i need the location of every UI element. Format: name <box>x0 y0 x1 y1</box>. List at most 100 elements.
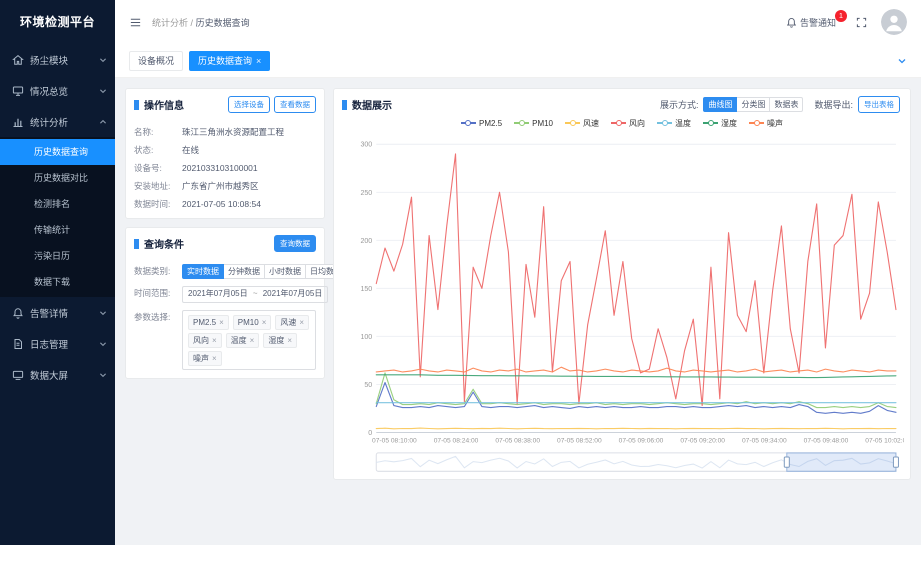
fullscreen-icon[interactable] <box>856 17 867 28</box>
submenu-item-3[interactable]: 传输统计 <box>0 217 115 243</box>
alarm-notification-button[interactable]: 告警通知 1 <box>786 9 847 29</box>
display-mode-button-1[interactable]: 分类图 <box>736 97 771 112</box>
alarm-icon <box>12 307 24 319</box>
user-avatar[interactable] <box>881 9 907 35</box>
sidebar-item-1[interactable]: 情况总览 <box>0 75 115 106</box>
notification-badge: 1 <box>835 9 847 22</box>
datazoom-handle-left[interactable] <box>783 456 790 468</box>
tab-1[interactable]: 历史数据查询 × <box>189 50 271 71</box>
legend-label: PM2.5 <box>478 118 503 128</box>
legend-item-PM2.5[interactable]: PM2.5 <box>460 118 503 128</box>
series-line-风向[interactable] <box>375 152 897 406</box>
legend-label: PM10 <box>532 118 554 128</box>
category-button-0[interactable]: 实时数据 <box>182 264 224 279</box>
breadcrumb-section[interactable]: 统计分析 <box>152 18 188 28</box>
tag-close-icon[interactable]: × <box>250 336 255 345</box>
tabs: 设备概况 历史数据查询 × <box>129 50 276 71</box>
series-line-湿度[interactable] <box>375 373 897 378</box>
param-tag-label: PM10 <box>237 317 259 327</box>
sidebar-item-3[interactable]: 告警详情 <box>0 297 115 328</box>
param-tag-2[interactable]: 风速 × <box>275 314 310 330</box>
legend-item-风向[interactable]: 风向 <box>611 118 645 129</box>
datazoom-handle-right[interactable] <box>892 456 899 468</box>
query-data-button[interactable]: 查询数据 <box>274 235 316 252</box>
legend-label: 湿度 <box>721 118 738 128</box>
breadcrumb: 统计分析 / 历史数据查询 <box>152 16 250 29</box>
x-tick-label: 07-05 08:10:00 <box>372 437 417 444</box>
legend-item-PM10[interactable]: PM10 <box>514 119 553 128</box>
tag-close-icon[interactable]: × <box>212 354 217 363</box>
chart-legend: PM2.5 PM10 风速 风向 温度 湿度 噪声 <box>334 117 910 130</box>
section-marker <box>134 99 139 110</box>
screen-icon <box>12 369 24 381</box>
sidebar-item-0[interactable]: 扬尘模块 <box>0 44 115 75</box>
display-mode-button-0[interactable]: 曲线图 <box>703 97 738 112</box>
series-line-PM2.5[interactable] <box>375 381 897 414</box>
legend-item-噪声[interactable]: 噪声 <box>749 118 783 129</box>
content-area: 操作信息 选择设备 查看数据 名称: 珠江三角洲水资源配置工程 状态: 在线 设备号: 2… <box>115 78 921 545</box>
submenu-item-2[interactable]: 检测排名 <box>0 191 115 217</box>
sidebar-menu: 扬尘模块 情况总览 统计分析 历史数据查询 历史数据对比 检测排名 传输统计 污染日历 数据下载… <box>0 44 115 390</box>
top-bar: 统计分析 / 历史数据查询 告警通知 1 <box>115 0 921 44</box>
param-tag-6[interactable]: 噪声 × <box>188 350 222 366</box>
device-field-row: 设备号: 2021033103100001 <box>134 163 316 174</box>
sidebar-item-5[interactable]: 数据大屏 <box>0 359 115 390</box>
param-tag-4[interactable]: 温度 × <box>225 332 260 348</box>
param-tag-0[interactable]: PM2.5 × <box>188 314 229 330</box>
y-tick-label: 200 <box>360 236 372 244</box>
tag-close-icon[interactable]: × <box>299 318 304 327</box>
export-table-button[interactable]: 导出表格 <box>858 96 900 113</box>
field-value: 珠江三角洲水资源配置工程 <box>182 127 285 137</box>
line-chart[interactable]: 0 50 100 150 200 250 300 07-05 08:10:00 07-05 08… <box>340 130 910 475</box>
tab-0[interactable]: 设备概况 <box>129 50 184 71</box>
legend-line-icon <box>657 119 673 127</box>
menu-collapse-icon[interactable] <box>129 16 142 29</box>
sidebar-item-2[interactable]: 统计分析 <box>0 106 115 137</box>
tag-close-icon[interactable]: × <box>287 336 292 345</box>
legend-label: 温度 <box>675 118 692 128</box>
chevron-down-icon[interactable] <box>897 56 907 66</box>
submenu-item-0[interactable]: 历史数据查询 <box>0 139 115 165</box>
series-line-噪声[interactable] <box>375 366 897 373</box>
submenu-item-1[interactable]: 历史数据对比 <box>0 165 115 191</box>
sidebar-item-4[interactable]: 日志管理 <box>0 328 115 359</box>
legend-label: 风向 <box>629 118 646 128</box>
tag-close-icon[interactable]: × <box>212 336 217 345</box>
query-title: 查询条件 <box>144 240 184 251</box>
tag-close-icon[interactable]: × <box>262 318 267 327</box>
display-mode-button-2[interactable]: 数据表 <box>769 97 804 112</box>
submenu-item-5[interactable]: 数据下载 <box>0 269 115 295</box>
date-range-input[interactable]: 2021年07月05日 ~ 2021年07月05日 <box>182 286 329 303</box>
legend-item-湿度[interactable]: 湿度 <box>703 118 737 129</box>
page-footer-strip <box>0 545 921 561</box>
chart-container[interactable]: 0 50 100 150 200 250 300 07-05 08:10:00 07-05 08… <box>334 130 910 479</box>
tab-close-icon[interactable]: × <box>256 56 261 66</box>
legend-item-风速[interactable]: 风速 <box>565 118 599 129</box>
breadcrumb-current: 历史数据查询 <box>195 17 250 28</box>
datazoom-window[interactable] <box>786 452 897 472</box>
param-tag-1[interactable]: PM10 × <box>232 314 272 330</box>
x-tick-label: 07-05 09:34:00 <box>742 437 787 444</box>
param-select-label: 参数选择: <box>134 312 171 322</box>
category-button-1[interactable]: 分钟数据 <box>223 264 265 279</box>
y-tick-label: 150 <box>360 284 372 292</box>
alarm-notification-label: 告警通知 <box>799 17 836 28</box>
submenu-item-4[interactable]: 污染日历 <box>0 243 115 269</box>
view-data-button[interactable]: 查看数据 <box>274 96 316 113</box>
param-tag-3[interactable]: 风向 × <box>188 332 222 348</box>
series-line-风速[interactable] <box>375 427 897 429</box>
param-tag-5[interactable]: 湿度 × <box>263 332 298 348</box>
chevron-down-icon <box>99 340 107 348</box>
tag-close-icon[interactable]: × <box>219 318 224 327</box>
y-tick-label: 300 <box>360 140 372 148</box>
x-tick-label: 07-05 10:02:00 <box>865 437 904 444</box>
topbar-actions: 告警通知 1 <box>786 9 907 35</box>
legend-item-温度[interactable]: 温度 <box>657 118 691 129</box>
field-label: 数据时间: <box>134 199 171 209</box>
category-button-2[interactable]: 小时数据 <box>264 264 306 279</box>
device-info-title: 操作信息 <box>144 101 184 112</box>
device-field-row: 名称: 珠江三角洲水资源配置工程 <box>134 127 316 138</box>
param-tag-box[interactable]: PM2.5 × PM10 × 风速 × 风向 × 温度 × 湿度 × 噪声 × <box>182 310 316 370</box>
select-device-button[interactable]: 选择设备 <box>228 96 270 113</box>
app-root: 环境检测平台 扬尘模块 情况总览 统计分析 历史数据查询 历史数据对比 检测排名 传输统计污… <box>0 0 921 545</box>
